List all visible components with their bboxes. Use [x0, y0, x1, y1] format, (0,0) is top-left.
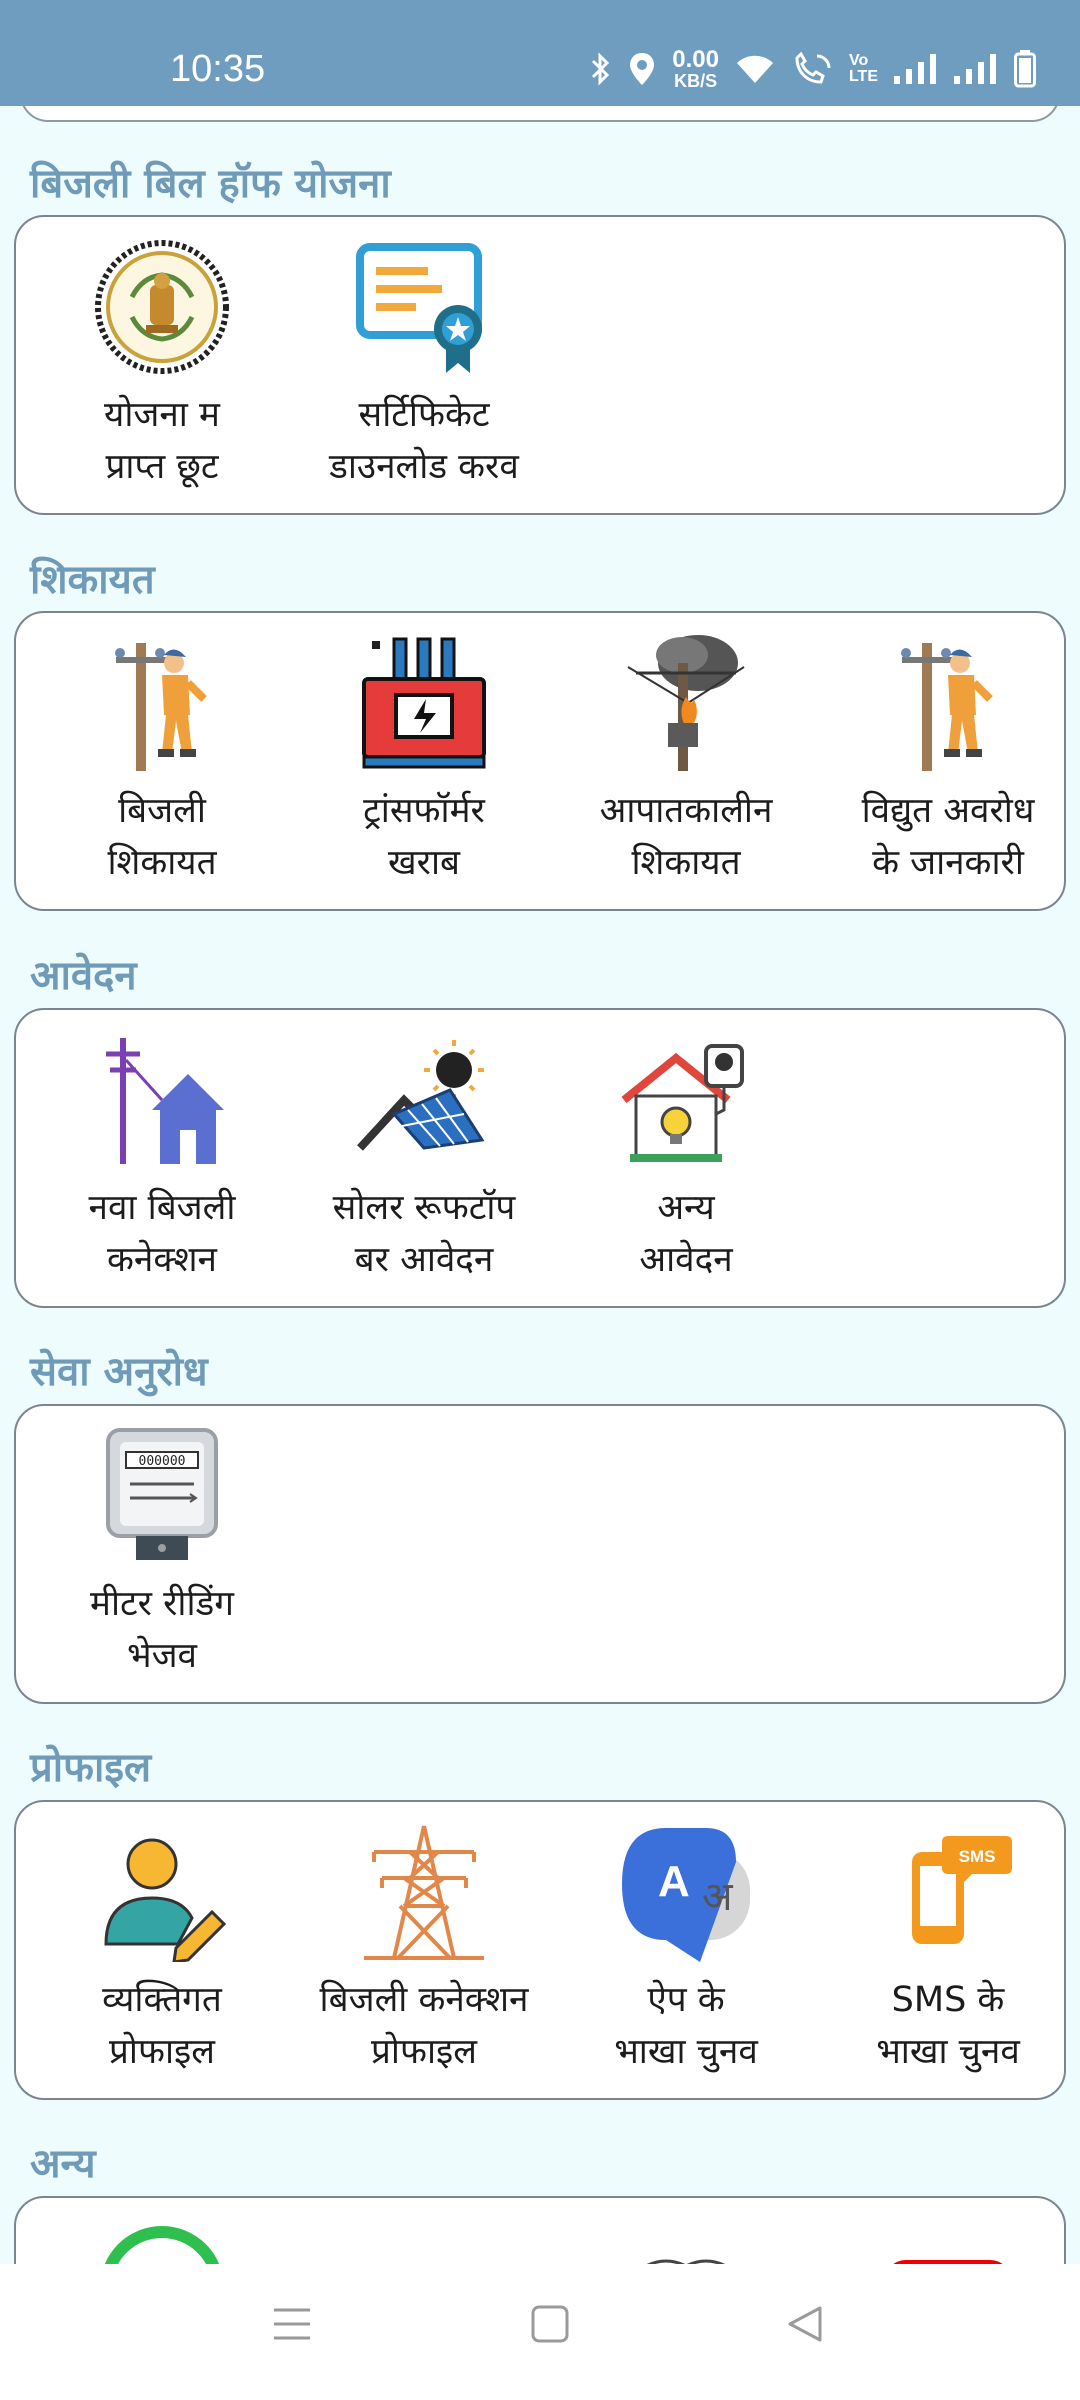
card-complaint: बिजली शिकायत ट्रांसफॉर्मर खराब आपातकालीन…	[14, 611, 1066, 911]
tile-label: ट्रांसफॉर्मर खराब	[363, 791, 485, 883]
tile-power-outage-info[interactable]: विद्युत अवरोध के जानकारी	[817, 625, 1079, 901]
tile-whatsapp[interactable]	[31, 2210, 293, 2264]
certificate-icon	[356, 243, 482, 373]
section-title-other: अन्य	[30, 2141, 96, 2187]
tile-emergency-complaint[interactable]: आपातकालीन शिकायत	[555, 625, 817, 901]
main-content[interactable]: बिजली बिल हॉफ योजना योजना म प्राप्त छूट	[0, 106, 1080, 2264]
house-connection-icon	[106, 1038, 224, 1164]
whatsapp-icon	[104, 2226, 220, 2264]
tile-label: आपातकालीन शिकायत	[599, 791, 773, 883]
bluetooth-icon	[592, 52, 610, 86]
electric-meter-icon: 000000	[106, 1428, 218, 1560]
tile-connection-profile[interactable]: बिजली कनेक्शन प्रोफाइल	[293, 1814, 555, 2090]
tile-youtube[interactable]	[817, 2210, 1079, 2264]
volte-bottom: LTE	[848, 68, 878, 85]
card-service: 000000 मीटर रीडिंग भेजव	[14, 1404, 1066, 1704]
transmission-tower-icon	[364, 1825, 484, 1960]
status-icons: 0.00 KB/S Vo LTE	[590, 48, 1036, 90]
status-time: 10:35	[170, 48, 266, 90]
tile-label: नवा बिजली कनेक्शन	[88, 1188, 236, 1280]
wifi-calling-icon	[795, 52, 831, 84]
translate-glyph-b: अ	[702, 1874, 734, 1920]
back-triangle-icon[interactable]	[786, 2304, 826, 2344]
tile-label: योजना म प्राप्त छूट	[104, 395, 220, 487]
tile-personal-profile[interactable]: व्यक्तिगत प्रोफाइल	[31, 1814, 293, 2090]
battery-icon	[1014, 50, 1036, 88]
section-title-service: सेवा अनुरोध	[30, 1349, 208, 1395]
tile-electricity-complaint[interactable]: बिजली शिकायत	[31, 625, 293, 901]
tile-solar-rooftop-application[interactable]: सोलर रूफटॉप बर आवेदन	[293, 1022, 555, 1298]
net-speed: 0.00 KB/S	[672, 46, 719, 91]
tile-download-certificate[interactable]: सर्टिफिकेट डाउनलोड करव	[293, 229, 555, 505]
lineman-icon	[115, 643, 207, 771]
wifi-icon	[736, 55, 773, 83]
tile-label: सर्टिफिकेट डाउनलोड करव	[329, 395, 519, 487]
blue-shape-icon	[354, 2218, 494, 2264]
fire-pole-icon	[627, 635, 745, 771]
tile-label: मीटर रीडिंग भेजव	[90, 1584, 234, 1676]
volte-icon: Vo LTE	[849, 53, 878, 85]
card-profile: व्यक्तिगत प्रोफाइल बिजली कनेक्शन प्रोफाइ…	[14, 1800, 1066, 2100]
meter-digits: 000000	[139, 1454, 186, 1469]
tile-label: अन्य आवेदन	[639, 1188, 733, 1280]
tile-other-3[interactable]	[555, 2210, 817, 2264]
section-title-profile: प्रोफाइल	[30, 1745, 152, 1791]
house-bulb-icon	[621, 1044, 744, 1162]
tile-label: बिजली शिकायत	[107, 791, 217, 883]
signal-icon	[954, 54, 996, 84]
card-application: नवा बिजली कनेक्शन सोलर रूफटॉप बर आवेदन अ…	[14, 1008, 1066, 1308]
home-square-icon[interactable]	[530, 2304, 570, 2344]
tile-new-connection[interactable]: नवा बिजली कनेक्शन	[31, 1022, 293, 1298]
solar-roof-icon	[357, 1040, 485, 1151]
tile-transformer-fault[interactable]: ट्रांसफॉर्मर खराब	[293, 625, 555, 901]
translate-glyph-a: A	[658, 1857, 690, 1906]
net-speed-value: 0.00	[672, 46, 719, 73]
tile-sms-language[interactable]: SMS SMS के भाखा चुनव	[817, 1814, 1079, 2090]
section-title-complaint: शिकायत	[30, 557, 155, 603]
sms-phone-icon: SMS	[912, 1836, 1012, 1944]
tile-other-application[interactable]: अन्य आवेदन	[555, 1022, 817, 1298]
card-scheme: योजना म प्राप्त छूट सर्टिफिकेट डाउनलोड क…	[14, 215, 1066, 515]
translate-icon: A अ	[622, 1828, 750, 1962]
tile-label: SMS के भाखा चुनव	[876, 1980, 1020, 2072]
tile-other-2[interactable]	[293, 2210, 555, 2264]
lineman-icon	[901, 643, 993, 771]
user-edit-icon	[104, 1838, 227, 1964]
government-emblem-icon	[95, 240, 229, 374]
net-speed-unit: KB/S	[674, 71, 718, 91]
tile-send-meter-reading[interactable]: 000000 मीटर रीडिंग भेजव	[31, 1418, 293, 1694]
tile-app-language[interactable]: A अ ऐप के भाखा चुनव	[555, 1814, 817, 2090]
book-icon	[646, 2259, 726, 2264]
navigation-bar	[0, 2264, 1080, 2400]
transformer-icon	[362, 637, 486, 769]
location-icon	[630, 53, 655, 85]
signal-icon	[894, 54, 936, 84]
status-bar: 10:35 0.00 KB/S Vo LTE	[0, 0, 1080, 106]
menu-icon[interactable]	[272, 2304, 312, 2344]
youtube-icon	[893, 2260, 1003, 2264]
tile-label: सोलर रूफटॉप बर आवेदन	[332, 1188, 516, 1280]
tile-label: विद्युत अवरोध के जानकारी	[861, 791, 1035, 883]
section-title-scheme: बिजली बिल हॉफ योजना	[30, 161, 391, 207]
tile-label: व्यक्तिगत प्रोफाइल	[102, 1980, 222, 2072]
tile-label: बिजली कनेक्शन प्रोफाइल	[319, 1980, 529, 2072]
card-other	[14, 2196, 1066, 2264]
tile-scheme-discount[interactable]: योजना म प्राप्त छूट	[31, 229, 293, 505]
volte-top: Vo	[848, 52, 869, 69]
sms-badge-text: SMS	[959, 1847, 996, 1866]
section-title-application: आवेदन	[30, 953, 137, 999]
tile-label: ऐप के भाखा चुनव	[614, 1980, 758, 2072]
previous-card-edge	[20, 106, 1060, 122]
